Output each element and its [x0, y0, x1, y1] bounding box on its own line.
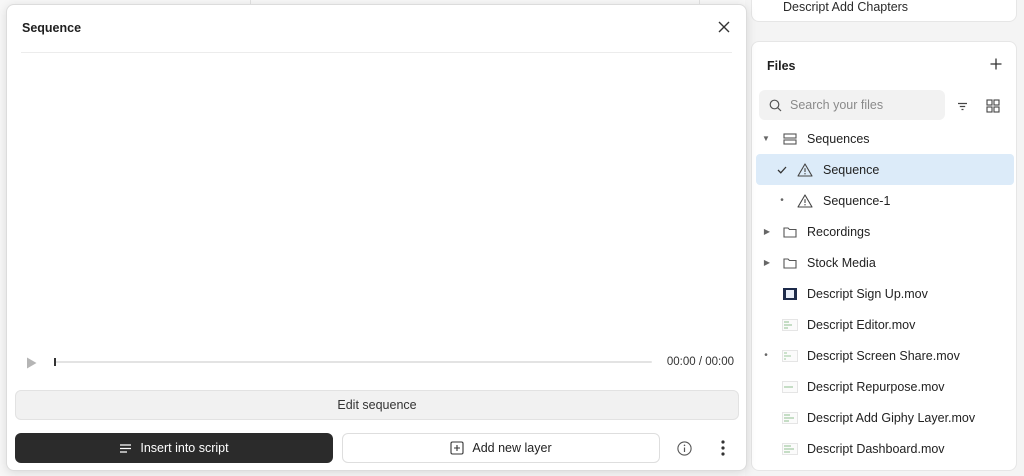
filter-button[interactable]	[953, 97, 971, 115]
chapters-card-label: Descript Add Chapters	[783, 0, 909, 14]
video-thumbnail-icon	[781, 347, 799, 365]
video-thumbnail-icon	[781, 378, 799, 396]
file-tree: ▼ Sequences Sequence • Sequence-1 ▶ Reco…	[752, 123, 1016, 464]
insert-label: Insert into script	[140, 441, 229, 455]
caret-right-icon[interactable]: ▶	[761, 227, 773, 236]
filter-icon	[957, 102, 967, 110]
tree-item-file[interactable]: Descript Sign Up.mov	[752, 278, 1016, 309]
check-icon	[776, 166, 788, 174]
tree-item-file[interactable]: Descript Dashboard.mov	[752, 433, 1016, 464]
play-button[interactable]	[24, 356, 38, 370]
folder-icon	[781, 254, 799, 272]
caret-down-icon[interactable]: ▼	[760, 134, 772, 143]
video-thumbnail-icon	[781, 440, 799, 458]
edit-sequence-button[interactable]: Edit sequence	[15, 390, 739, 420]
video-thumbnail-icon	[781, 316, 799, 334]
tree-item-label: Descript Add Giphy Layer.mov	[807, 410, 976, 425]
video-thumbnail-icon	[781, 285, 799, 303]
playback-scrubber[interactable]	[54, 358, 652, 366]
info-icon	[676, 440, 692, 456]
grid-icon	[986, 99, 1000, 113]
modal-divider	[21, 52, 732, 53]
search-icon	[769, 99, 782, 111]
search-box[interactable]	[759, 90, 945, 120]
tree-item-sequence-1[interactable]: • Sequence-1	[752, 185, 1016, 216]
timecode: 00:00 / 00:00	[666, 356, 734, 368]
dot-icon: •	[780, 195, 784, 206]
tree-item-label: Recordings	[807, 224, 871, 239]
dot-icon: •	[764, 350, 768, 361]
playhead[interactable]	[54, 358, 56, 366]
tree-item-label: Stock Media	[807, 255, 876, 270]
grid-view-button[interactable]	[984, 97, 1002, 115]
tree-item-label: Descript Dashboard.mov	[807, 441, 945, 456]
right-panel: Descript Add Chapters Files Search your …	[745, 0, 1024, 476]
tree-item-label: Sequences	[807, 131, 870, 146]
tree-item-label: Sequence-1	[823, 193, 891, 208]
plus-icon	[990, 58, 1002, 70]
warning-icon	[796, 192, 814, 210]
tree-item-stock-media[interactable]: ▶ Stock Media	[752, 247, 1016, 278]
files-panel: Files Search your files ▼ Sequences Sequ…	[751, 41, 1017, 471]
tree-item-label: Descript Editor.mov	[807, 317, 916, 332]
close-button[interactable]	[716, 19, 732, 35]
text-lines-icon	[120, 443, 132, 453]
chapters-card[interactable]: Descript Add Chapters	[751, 0, 1017, 22]
tree-item-label: Sequence	[823, 162, 880, 177]
tree-item-recordings[interactable]: ▶ Recordings	[752, 216, 1016, 247]
play-icon	[26, 357, 36, 369]
tree-item-label: Descript Screen Share.mov	[807, 348, 960, 363]
insert-into-script-button[interactable]: Insert into script	[15, 433, 333, 463]
tree-item-sequences[interactable]: ▼ Sequences	[752, 123, 1016, 154]
tree-item-file[interactable]: Descript Add Giphy Layer.mov	[752, 402, 1016, 433]
more-vertical-icon	[721, 440, 725, 456]
tree-item-file[interactable]: Descript Editor.mov	[752, 309, 1016, 340]
sequence-modal: Sequence 00:00 / 00:00 Edit sequence Ins…	[6, 4, 747, 471]
search-input[interactable]	[790, 98, 940, 112]
tree-item-file[interactable]: Descript Repurpose.mov	[752, 371, 1016, 402]
tree-item-label: Descript Sign Up.mov	[807, 286, 928, 301]
info-button[interactable]	[676, 440, 692, 456]
add-layer-icon	[450, 441, 464, 455]
modal-title: Sequence	[22, 21, 82, 35]
files-title: Files	[767, 59, 796, 73]
more-options-button[interactable]	[715, 439, 731, 457]
folder-icon	[781, 223, 799, 241]
warning-icon	[796, 161, 814, 179]
close-icon	[718, 21, 730, 33]
add-layer-label: Add new layer	[472, 441, 552, 455]
add-new-layer-button[interactable]: Add new layer	[342, 433, 660, 463]
video-thumbnail-icon	[781, 409, 799, 427]
caret-right-icon[interactable]: ▶	[761, 258, 773, 267]
tree-item-sequence[interactable]: Sequence	[756, 154, 1014, 185]
tree-item-label: Descript Repurpose.mov	[807, 379, 945, 394]
add-file-button[interactable]	[990, 55, 1002, 73]
tree-item-file[interactable]: • Descript Screen Share.mov	[752, 340, 1016, 371]
sequences-icon	[781, 130, 799, 148]
